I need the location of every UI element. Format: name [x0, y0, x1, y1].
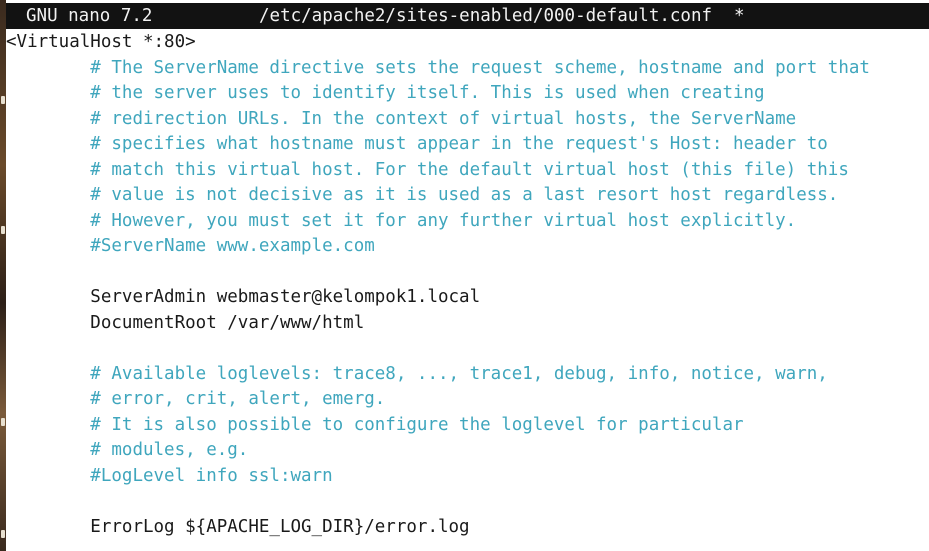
nano-title-bar: GNU nano 7.2 /etc/apache2/sites-enabled/… [6, 3, 929, 29]
editor-line[interactable]: <VirtualHost *:80> [6, 30, 929, 56]
comment-text: # The ServerName directive sets the requ… [90, 57, 870, 78]
desktop-icon-fragment [1, 418, 5, 426]
modified-marker: * [734, 6, 745, 26]
code-text: ErrorLog ${APACHE_LOG_DIR}/error.log [90, 516, 470, 537]
comment-text: # modules, e.g. [90, 440, 249, 460]
editor-line[interactable]: # However, you must set it for any furth… [6, 209, 929, 235]
comment-text: #ServerName www.example.com [90, 236, 375, 256]
editor-line[interactable]: # the server uses to identify itself. Th… [6, 81, 929, 107]
editor-line[interactable] [6, 336, 929, 362]
comment-text: # value is not decisive as it is used as… [90, 185, 839, 205]
editor-line[interactable]: #ServerName www.example.com [6, 234, 929, 260]
code-text: DocumentRoot /var/www/html [90, 312, 365, 333]
comment-text: #LogLevel info ssl:warn [90, 465, 333, 486]
editor-buffer[interactable]: <VirtualHost *:80> # The ServerName dire… [6, 30, 929, 540]
desktop-icon-fragment [1, 530, 5, 538]
desktop-icon-fragment [1, 96, 5, 104]
comment-text: # Available loglevels: trace8, ..., trac… [90, 363, 828, 384]
editor-line[interactable]: ServerAdmin webmaster@kelompok1.local [6, 285, 929, 311]
editor-line[interactable]: # value is not decisive as it is used as… [6, 183, 929, 209]
editor-line[interactable] [6, 489, 929, 515]
comment-text: # It is also possible to configure the l… [90, 414, 744, 435]
editor-line[interactable]: # error, crit, alert, emerg. [6, 387, 929, 413]
editor-line[interactable]: # redirection URLs. In the context of vi… [6, 107, 929, 133]
code-text: <VirtualHost *:80> [6, 32, 196, 52]
editor-line[interactable]: # specifies what hostname must appear in… [6, 132, 929, 158]
editor-line[interactable]: # match this virtual host. For the defau… [6, 158, 929, 184]
comment-text: # specifies what hostname must appear in… [90, 134, 828, 154]
app-name: GNU nano 7.2 [26, 6, 153, 26]
editor-line[interactable]: # It is also possible to configure the l… [6, 413, 929, 439]
editor-line[interactable]: # The ServerName directive sets the requ… [6, 56, 929, 82]
editor-line[interactable]: #LogLevel info ssl:warn [6, 464, 929, 490]
comment-text: # error, crit, alert, emerg. [90, 389, 386, 409]
code-text: ServerAdmin webmaster@kelompok1.local [90, 287, 481, 307]
comment-text: # match this virtual host. For the defau… [90, 159, 849, 180]
terminal-window[interactable]: GNU nano 7.2 /etc/apache2/sites-enabled/… [6, 0, 929, 551]
editor-line[interactable]: ErrorLog ${APACHE_LOG_DIR}/error.log [6, 515, 929, 541]
editor-line[interactable]: DocumentRoot /var/www/html [6, 311, 929, 337]
editor-line[interactable] [6, 260, 929, 286]
comment-text: # redirection URLs. In the context of vi… [90, 108, 797, 129]
comment-text: # the server uses to identify itself. Th… [90, 83, 765, 103]
file-path: /etc/apache2/sites-enabled/000-default.c… [259, 6, 713, 26]
editor-line[interactable]: # modules, e.g. [6, 438, 929, 464]
desktop-icon-fragment [1, 226, 5, 234]
editor-line[interactable]: # Available loglevels: trace8, ..., trac… [6, 362, 929, 388]
comment-text: # However, you must set it for any furth… [90, 210, 797, 231]
